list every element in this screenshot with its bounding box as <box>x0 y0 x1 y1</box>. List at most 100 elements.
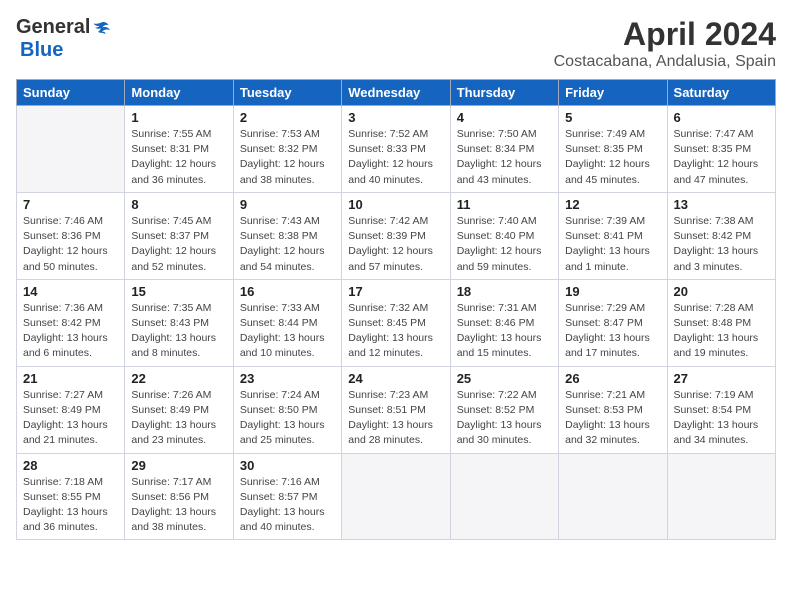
day-number: 29 <box>131 458 226 473</box>
day-cell: 26 Sunrise: 7:21 AM Sunset: 8:53 PM Dayli… <box>559 366 667 453</box>
day-number: 17 <box>348 284 443 299</box>
logo: General Blue <box>16 16 110 62</box>
day-cell: 3 Sunrise: 7:52 AM Sunset: 8:33 PM Daylig… <box>342 106 450 193</box>
day-info: Sunrise: 7:33 AM Sunset: 8:44 PM Dayligh… <box>240 301 335 362</box>
day-cell: 27 Sunrise: 7:19 AM Sunset: 8:54 PM Dayli… <box>667 366 775 453</box>
day-info: Sunrise: 7:52 AM Sunset: 8:33 PM Dayligh… <box>348 127 443 188</box>
logo-bird-icon <box>92 19 110 37</box>
day-info: Sunrise: 7:49 AM Sunset: 8:35 PM Dayligh… <box>565 127 660 188</box>
day-info: Sunrise: 7:19 AM Sunset: 8:54 PM Dayligh… <box>674 388 769 449</box>
day-cell: 8 Sunrise: 7:45 AM Sunset: 8:37 PM Daylig… <box>125 192 233 279</box>
day-info: Sunrise: 7:29 AM Sunset: 8:47 PM Dayligh… <box>565 301 660 362</box>
day-number: 16 <box>240 284 335 299</box>
week-row-2: 7 Sunrise: 7:46 AM Sunset: 8:36 PM Daylig… <box>17 192 776 279</box>
day-number: 8 <box>131 197 226 212</box>
day-number: 1 <box>131 110 226 125</box>
day-info: Sunrise: 7:31 AM Sunset: 8:46 PM Dayligh… <box>457 301 552 362</box>
day-info: Sunrise: 7:39 AM Sunset: 8:41 PM Dayligh… <box>565 214 660 275</box>
week-row-5: 28Sunrise: 7:18 AM Sunset: 8:55 PM Dayli… <box>17 453 776 540</box>
day-cell <box>17 106 125 193</box>
day-number: 27 <box>674 371 769 386</box>
month-title: April 2024 <box>554 16 776 53</box>
day-info: Sunrise: 7:40 AM Sunset: 8:40 PM Dayligh… <box>457 214 552 275</box>
day-cell: 9Sunrise: 7:43 AM Sunset: 8:38 PM Daylig… <box>233 192 341 279</box>
header: General Blue April 2024 Costacabana, And… <box>16 16 776 71</box>
day-header-monday: Monday <box>125 80 233 106</box>
day-info: Sunrise: 7:46 AM Sunset: 8:36 PM Dayligh… <box>23 214 118 275</box>
day-cell <box>559 453 667 540</box>
day-header-friday: Friday <box>559 80 667 106</box>
day-info: Sunrise: 7:23 AM Sunset: 8:51 PM Dayligh… <box>348 388 443 449</box>
day-info: Sunrise: 7:50 AM Sunset: 8:34 PM Dayligh… <box>457 127 552 188</box>
week-row-3: 14Sunrise: 7:36 AM Sunset: 8:42 PM Dayli… <box>17 279 776 366</box>
day-cell: 11 Sunrise: 7:40 AM Sunset: 8:40 PM Dayli… <box>450 192 558 279</box>
day-cell <box>342 453 450 540</box>
day-info: Sunrise: 7:28 AM Sunset: 8:48 PM Dayligh… <box>674 301 769 362</box>
day-info: Sunrise: 7:35 AM Sunset: 8:43 PM Dayligh… <box>131 301 226 362</box>
day-number: 11 <box>457 197 552 212</box>
day-info: Sunrise: 7:53 AM Sunset: 8:32 PM Dayligh… <box>240 127 335 188</box>
day-number: 6 <box>674 110 769 125</box>
day-info: Sunrise: 7:16 AM Sunset: 8:57 PM Dayligh… <box>240 475 335 536</box>
day-number: 20 <box>674 284 769 299</box>
day-cell: 15 Sunrise: 7:35 AM Sunset: 8:43 PM Dayli… <box>125 279 233 366</box>
day-number: 15 <box>131 284 226 299</box>
day-cell: 29 Sunrise: 7:17 AM Sunset: 8:56 PM Dayli… <box>125 453 233 540</box>
day-info: Sunrise: 7:24 AM Sunset: 8:50 PM Dayligh… <box>240 388 335 449</box>
day-number: 2 <box>240 110 335 125</box>
day-cell: 19Sunrise: 7:29 AM Sunset: 8:47 PM Dayli… <box>559 279 667 366</box>
day-number: 12 <box>565 197 660 212</box>
logo-general: General <box>16 16 90 39</box>
day-number: 10 <box>348 197 443 212</box>
day-info: Sunrise: 7:26 AM Sunset: 8:49 PM Dayligh… <box>131 388 226 449</box>
day-info: Sunrise: 7:32 AM Sunset: 8:45 PM Dayligh… <box>348 301 443 362</box>
day-info: Sunrise: 7:42 AM Sunset: 8:39 PM Dayligh… <box>348 214 443 275</box>
day-cell <box>450 453 558 540</box>
day-number: 28 <box>23 458 118 473</box>
day-cell: 20 Sunrise: 7:28 AM Sunset: 8:48 PM Dayli… <box>667 279 775 366</box>
day-cell <box>667 453 775 540</box>
day-cell: 14Sunrise: 7:36 AM Sunset: 8:42 PM Dayli… <box>17 279 125 366</box>
day-number: 4 <box>457 110 552 125</box>
day-cell: 18 Sunrise: 7:31 AM Sunset: 8:46 PM Dayli… <box>450 279 558 366</box>
day-header-tuesday: Tuesday <box>233 80 341 106</box>
day-number: 5 <box>565 110 660 125</box>
day-cell: 21 Sunrise: 7:27 AM Sunset: 8:49 PM Dayli… <box>17 366 125 453</box>
day-cell: 16 Sunrise: 7:33 AM Sunset: 8:44 PM Dayli… <box>233 279 341 366</box>
day-number: 7 <box>23 197 118 212</box>
day-header-sunday: Sunday <box>17 80 125 106</box>
day-number: 25 <box>457 371 552 386</box>
day-cell: 2 Sunrise: 7:53 AM Sunset: 8:32 PM Daylig… <box>233 106 341 193</box>
header-row: SundayMondayTuesdayWednesdayThursdayFrid… <box>17 80 776 106</box>
day-number: 18 <box>457 284 552 299</box>
day-info: Sunrise: 7:17 AM Sunset: 8:56 PM Dayligh… <box>131 475 226 536</box>
day-cell: 13Sunrise: 7:38 AM Sunset: 8:42 PM Dayli… <box>667 192 775 279</box>
day-cell: 1 Sunrise: 7:55 AM Sunset: 8:31 PM Daylig… <box>125 106 233 193</box>
day-info: Sunrise: 7:43 AM Sunset: 8:38 PM Dayligh… <box>240 214 335 275</box>
week-row-4: 21 Sunrise: 7:27 AM Sunset: 8:49 PM Dayli… <box>17 366 776 453</box>
calendar-table: SundayMondayTuesdayWednesdayThursdayFrid… <box>16 79 776 540</box>
week-row-1: 1 Sunrise: 7:55 AM Sunset: 8:31 PM Daylig… <box>17 106 776 193</box>
day-cell: 12 Sunrise: 7:39 AM Sunset: 8:41 PM Dayli… <box>559 192 667 279</box>
day-cell: 4 Sunrise: 7:50 AM Sunset: 8:34 PM Daylig… <box>450 106 558 193</box>
day-info: Sunrise: 7:27 AM Sunset: 8:49 PM Dayligh… <box>23 388 118 449</box>
day-info: Sunrise: 7:22 AM Sunset: 8:52 PM Dayligh… <box>457 388 552 449</box>
day-cell: 5 Sunrise: 7:49 AM Sunset: 8:35 PM Daylig… <box>559 106 667 193</box>
logo-blue: Blue <box>20 39 63 62</box>
day-number: 3 <box>348 110 443 125</box>
day-cell: 22Sunrise: 7:26 AM Sunset: 8:49 PM Dayli… <box>125 366 233 453</box>
title-area: April 2024 Costacabana, Andalusia, Spain <box>554 16 776 71</box>
day-number: 21 <box>23 371 118 386</box>
day-info: Sunrise: 7:55 AM Sunset: 8:31 PM Dayligh… <box>131 127 226 188</box>
day-cell: 10 Sunrise: 7:42 AM Sunset: 8:39 PM Dayli… <box>342 192 450 279</box>
day-cell: 17 Sunrise: 7:32 AM Sunset: 8:45 PM Dayli… <box>342 279 450 366</box>
day-cell: 24Sunrise: 7:23 AM Sunset: 8:51 PM Dayli… <box>342 366 450 453</box>
day-number: 26 <box>565 371 660 386</box>
day-header-saturday: Saturday <box>667 80 775 106</box>
day-cell: 23Sunrise: 7:24 AM Sunset: 8:50 PM Dayli… <box>233 366 341 453</box>
day-info: Sunrise: 7:21 AM Sunset: 8:53 PM Dayligh… <box>565 388 660 449</box>
day-info: Sunrise: 7:45 AM Sunset: 8:37 PM Dayligh… <box>131 214 226 275</box>
day-info: Sunrise: 7:38 AM Sunset: 8:42 PM Dayligh… <box>674 214 769 275</box>
day-header-wednesday: Wednesday <box>342 80 450 106</box>
day-cell: 7 Sunrise: 7:46 AM Sunset: 8:36 PM Daylig… <box>17 192 125 279</box>
